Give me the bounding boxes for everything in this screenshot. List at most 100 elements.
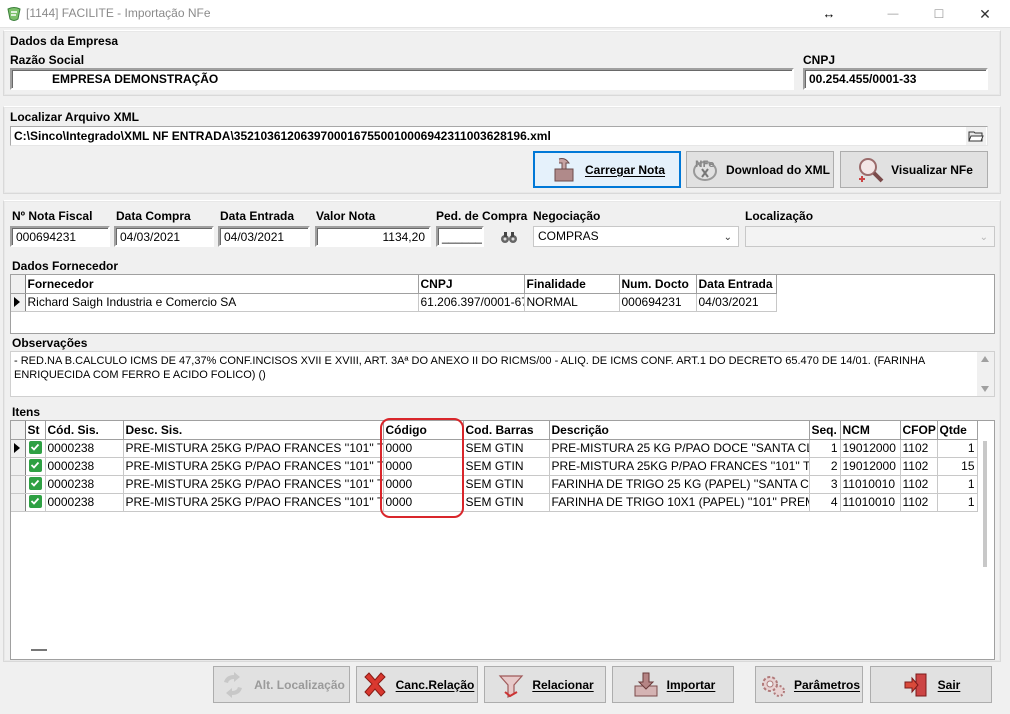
cell-seq[interactable]: 4 [809,493,841,512]
canc-relacao-button[interactable]: Canc.Relação [356,666,478,703]
cell-qtde[interactable]: 15 [937,457,978,476]
negociacao-value: COMPRAS [538,229,599,243]
cell-ncm[interactable]: 11010010 [840,475,901,494]
col-ncm[interactable]: NCM [840,421,901,440]
swap-arrows-icon [224,671,243,698]
minimize-button[interactable]: — [870,0,916,28]
importar-button[interactable]: Importar [612,666,734,703]
cell-cfop[interactable]: 1102 [900,439,938,458]
cell-cfop[interactable]: 1102 [900,457,938,476]
col-qtde[interactable]: Qtde [937,421,978,440]
valor-nota-field[interactable]: 1134,20 [315,226,431,247]
negociacao-select[interactable]: COMPRAS ⌄ [533,226,739,247]
razao-social-field: EMPRESA DEMONSTRAÇÃO [10,68,794,90]
cell-seq[interactable]: 2 [809,457,841,476]
col-desc-sis[interactable]: Desc. Sis. [123,421,384,440]
cell-descricao[interactable]: PRE-MISTURA 25 KG P/PAO DOCE ''SANTA CLA [549,439,810,458]
col-cod-sis[interactable]: Cód. Sis. [45,421,124,440]
itens-section-title: Itens [12,405,41,419]
cell-fornecedor[interactable]: Richard Saigh Industria e Comercio SA [25,293,419,312]
cell-cod-sis[interactable]: 0000238 [45,475,124,494]
observacoes-section-title: Observações [12,336,88,350]
cell-ncm[interactable]: 11010010 [840,493,901,512]
scroll-down-icon[interactable] [981,386,989,392]
cell-finalidade[interactable]: NORMAL [524,293,620,312]
grid-splitter-handle[interactable] [31,649,47,651]
data-compra-field[interactable]: 04/03/2021 [114,226,214,247]
cell-desc-sis[interactable]: PRE-MISTURA 25KG P/PAO FRANCES ''101'' T [123,475,384,494]
itens-scrollbar-thumb[interactable] [983,441,987,567]
table-row[interactable]: Richard Saigh Industria e Comercio SA 61… [11,293,777,312]
observacoes-textarea[interactable]: - RED.NA B.CALCULO ICMS DE 47,37% CONF.I… [10,351,995,397]
col-finalidade[interactable]: Finalidade [524,275,620,294]
observacoes-scrollbar[interactable] [977,352,994,396]
load-note-icon [554,157,574,181]
col-cod-barras[interactable]: Cod. Barras [463,421,550,440]
cell-descricao[interactable]: FARINHA DE TRIGO 25 KG (PAPEL) ''SANTA C… [549,475,810,494]
col-num-docto[interactable]: Num. Docto [619,275,697,294]
gear-icon [761,675,785,697]
col-st[interactable]: St [25,421,46,440]
resize-icon[interactable]: ↔ [806,0,852,28]
numero-nota-field[interactable]: 000694231 [10,226,110,247]
cell-cod-sis[interactable]: 0000238 [45,493,124,512]
cell-cod-sis[interactable]: 0000238 [45,457,124,476]
cell-cod-barras[interactable]: SEM GTIN [463,493,550,512]
xml-path-input[interactable]: C:\Sinco\Integrado\XML NF ENTRADA\352103… [10,126,988,146]
col-descricao[interactable]: Descrição [549,421,810,440]
col-cnpj[interactable]: CNPJ [418,275,525,294]
cell-cod-sis[interactable]: 0000238 [45,439,124,458]
status-ok-icon [25,475,46,494]
col-data-entrada[interactable]: Data Entrada [696,275,777,294]
cell-cod-barras[interactable]: SEM GTIN [463,457,550,476]
cell-seq[interactable]: 3 [809,475,841,494]
localizacao-select[interactable]: ⌄ [745,226,995,247]
table-row[interactable]: 0000238 PRE-MISTURA 25KG P/PAO FRANCES '… [11,475,978,494]
scroll-up-icon[interactable] [981,356,989,362]
relacionar-button[interactable]: Relacionar [484,666,606,703]
cell-cnpj[interactable]: 61.206.397/0001-67 [418,293,525,312]
table-row[interactable]: 0000238 PRE-MISTURA 25KG P/PAO FRANCES '… [11,457,978,476]
cell-qtde[interactable]: 1 [937,475,978,494]
xml-section-title: Localizar Arquivo XML [10,110,139,124]
table-row[interactable]: 0000238 PRE-MISTURA 25KG P/PAO FRANCES '… [11,493,978,512]
exit-door-icon [904,673,927,696]
col-seq[interactable]: Seq. [809,421,841,440]
status-ok-icon [25,457,46,476]
table-row[interactable]: 0000238 PRE-MISTURA 25KG P/PAO FRANCES '… [11,439,978,458]
cell-ncm[interactable]: 19012000 [840,439,901,458]
cell-data-entrada[interactable]: 04/03/2021 [696,293,777,312]
cell-cod-barras[interactable]: SEM GTIN [463,475,550,494]
cell-seq[interactable]: 1 [809,439,841,458]
data-compra-label: Data Compra [116,209,191,223]
visualizar-nfe-button[interactable]: Visualizar NFe [840,151,988,188]
cell-qtde[interactable]: 1 [937,439,978,458]
cell-desc-sis[interactable]: PRE-MISTURA 25KG P/PAO FRANCES ''101'' T [123,457,384,476]
data-entrada-field[interactable]: 04/03/2021 [218,226,310,247]
download-xml-button[interactable]: NFe Download do XML [686,151,834,188]
binoculars-search-button[interactable] [497,227,521,247]
carregar-nota-button[interactable]: Carregar Nota [533,151,681,188]
cell-desc-sis[interactable]: PRE-MISTURA 25KG P/PAO FRANCES ''101'' T [123,439,384,458]
cell-num-docto[interactable]: 000694231 [619,293,697,312]
open-folder-button[interactable] [966,127,986,145]
alt-localizacao-button[interactable]: Alt. Localização [213,666,350,703]
cell-desc-sis[interactable]: PRE-MISTURA 25KG P/PAO FRANCES ''101'' T [123,493,384,512]
pedido-compra-field[interactable]: ______ [436,226,484,247]
cell-ncm[interactable]: 19012000 [840,457,901,476]
col-fornecedor[interactable]: Fornecedor [25,275,419,294]
cell-descricao[interactable]: PRE-MISTURA 25KG P/PAO FRANCES ''101'' T… [549,457,810,476]
cell-cfop[interactable]: 1102 [900,493,938,512]
sair-button[interactable]: Sair [870,666,992,703]
cell-descricao[interactable]: FARINHA DE TRIGO 10X1 (PAPEL) ''101'' PR… [549,493,810,512]
close-button[interactable]: ✕ [962,0,1008,28]
cell-cfop[interactable]: 1102 [900,475,938,494]
row-cursor-icon [11,293,26,312]
maximize-button[interactable]: ☐ [916,0,962,28]
col-cfop[interactable]: CFOP [900,421,938,440]
parametros-button[interactable]: Parâmetros [755,666,863,703]
cell-cod-barras[interactable]: SEM GTIN [463,439,550,458]
numero-nota-label: Nº Nota Fiscal [12,209,93,223]
cell-qtde[interactable]: 1 [937,493,978,512]
carregar-nota-label: Carregar Nota [584,162,666,177]
